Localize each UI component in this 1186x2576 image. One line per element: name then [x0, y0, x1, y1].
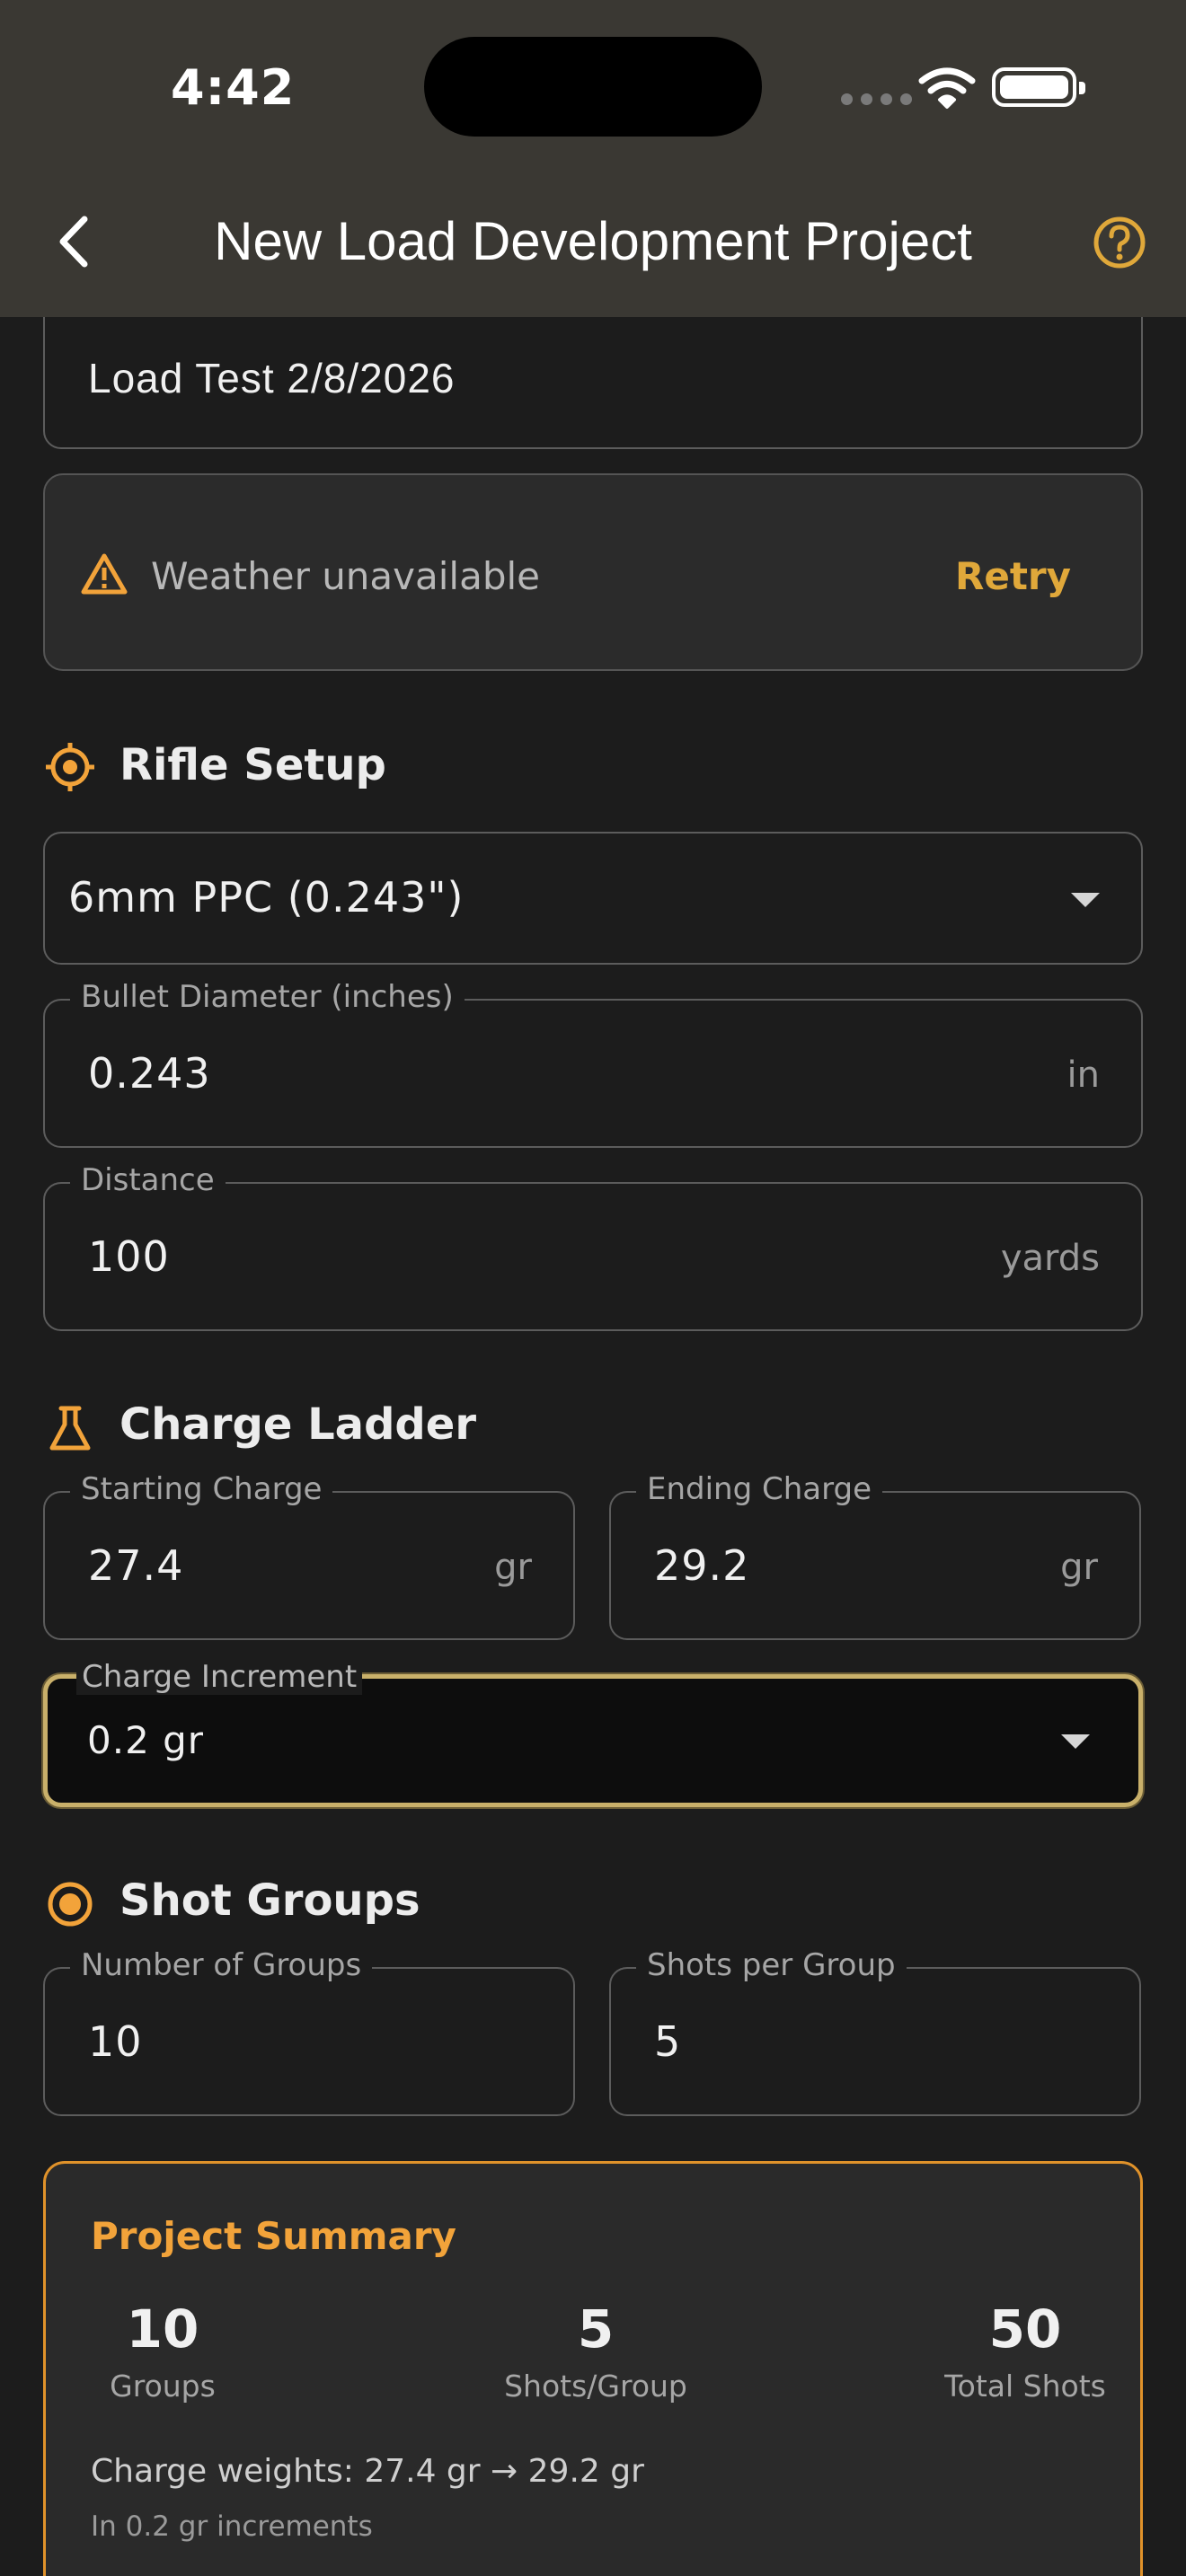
app-header: 4:42 New Load Development Project [0, 0, 1186, 317]
stat-groups: 10 Groups [55, 2298, 270, 2404]
starting-charge-field[interactable]: Starting Charge 27.4 gr [43, 1471, 575, 1640]
rifle-setup-title: Rifle Setup [119, 740, 386, 790]
ending-charge-field[interactable]: Ending Charge 29.2 gr [609, 1471, 1141, 1640]
number-of-groups-value: 10 [88, 2017, 143, 2066]
shots-per-group-field[interactable]: Shots per Group 5 [609, 1947, 1141, 2116]
shots-per-group-label: Shots per Group [636, 1947, 907, 1983]
crosshair-icon [46, 743, 94, 791]
number-of-groups-field[interactable]: Number of Groups 10 [43, 1947, 575, 2116]
charge-increment-selected: 0.2 gr [87, 1718, 205, 1762]
weather-message: Weather unavailable [151, 554, 541, 598]
flask-icon [49, 1406, 91, 1451]
stat-total-shots-label: Total Shots [944, 2369, 1106, 2404]
stat-total-shots: 50 Total Shots [908, 2298, 1142, 2404]
charge-increment-label: Charge Increment [76, 1659, 363, 1695]
cellular-signal-icon [841, 93, 912, 105]
stat-shots-per-group: 5 Shots/Group [461, 2298, 730, 2404]
dynamic-island [424, 37, 762, 137]
starting-charge-value: 27.4 [88, 1541, 184, 1590]
project-summary-card: Project Summary 10 Groups 5 Shots/Group … [43, 2161, 1143, 2576]
stat-total-shots-value: 50 [988, 2298, 1062, 2360]
charge-ladder-title: Charge Ladder [119, 1399, 477, 1450]
distance-value: 100 [88, 1232, 170, 1281]
charge-weights-line: Charge weights: 27.4 gr → 29.2 gr [91, 2453, 644, 2490]
status-time: 4:42 [171, 59, 296, 116]
stat-groups-value: 10 [126, 2298, 199, 2360]
target-icon [48, 1882, 93, 1927]
summary-title: Project Summary [91, 2214, 456, 2258]
wifi-icon [918, 67, 976, 109]
battery-icon [992, 67, 1085, 107]
retry-button[interactable]: Retry [955, 554, 1071, 598]
shot-groups-title: Shot Groups [119, 1875, 420, 1926]
cartridge-select[interactable]: 6mm PPC (0.243") [43, 832, 1143, 965]
bullet-diameter-unit: in [1067, 1054, 1100, 1096]
bullet-diameter-label: Bullet Diameter (inches) [70, 979, 465, 1015]
warning-icon [81, 553, 128, 595]
help-circle-icon[interactable] [1093, 216, 1146, 269]
shots-per-group-value: 5 [654, 2017, 682, 2066]
ending-charge-unit: gr [1060, 1547, 1098, 1588]
ending-charge-label: Ending Charge [636, 1471, 883, 1507]
stat-shots-per-group-value: 5 [577, 2298, 615, 2360]
dropdown-caret-icon [1071, 893, 1100, 907]
number-of-groups-label: Number of Groups [70, 1947, 373, 1983]
ending-charge-value: 29.2 [654, 1541, 750, 1590]
distance-field[interactable]: Distance 100 yards [43, 1162, 1143, 1331]
starting-charge-unit: gr [494, 1547, 532, 1588]
project-name-field[interactable]: Load Test 2/8/2026 [43, 296, 1143, 449]
stat-groups-label: Groups [110, 2369, 216, 2404]
project-name-value: Load Test 2/8/2026 [88, 355, 456, 401]
charge-increment-select[interactable]: Charge Increment 0.2 gr [43, 1659, 1143, 1807]
weather-card: Weather unavailable Retry [43, 473, 1143, 671]
increment-line: In 0.2 gr increments [91, 2510, 373, 2543]
bullet-diameter-value: 0.243 [88, 1049, 211, 1098]
cartridge-selected: 6mm PPC (0.243") [68, 873, 465, 922]
stat-shots-per-group-label: Shots/Group [504, 2369, 687, 2404]
dropdown-caret-icon [1061, 1734, 1090, 1749]
distance-unit: yards [1000, 1238, 1100, 1279]
bullet-diameter-field[interactable]: Bullet Diameter (inches) 0.243 in [43, 979, 1143, 1148]
starting-charge-label: Starting Charge [70, 1471, 333, 1507]
distance-label: Distance [70, 1162, 226, 1198]
page-title: New Load Development Project [214, 211, 972, 271]
